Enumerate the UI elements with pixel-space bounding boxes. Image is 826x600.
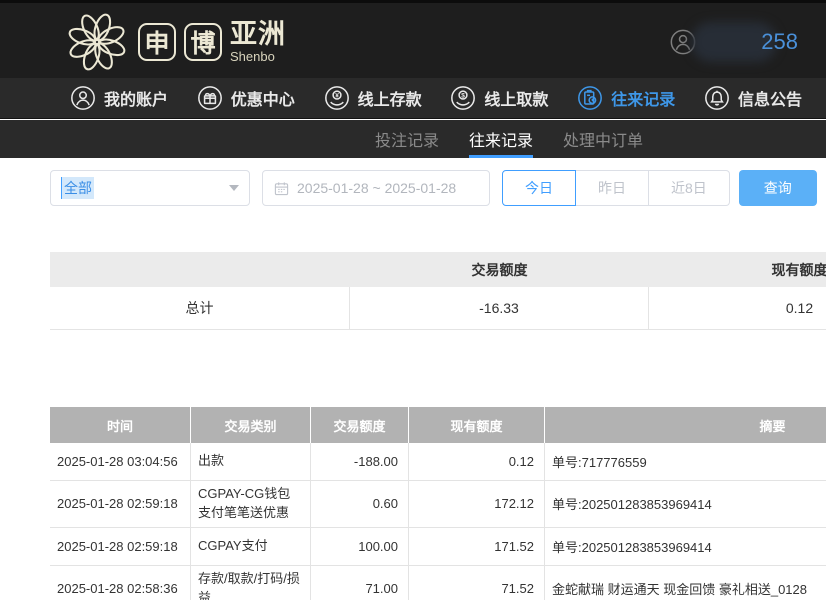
cell-time: 2025-01-28 03:04:56	[50, 443, 191, 480]
cell-type: CGPAY-CG钱包支付笔笔送优惠	[191, 481, 311, 527]
flower-logo-icon	[64, 9, 130, 75]
col-header-time: 时间	[50, 407, 191, 443]
tab-transaction-records[interactable]: 往来记录	[469, 120, 533, 158]
nav-label: 线上取款	[484, 86, 548, 110]
type-select[interactable]: 全部	[50, 170, 250, 206]
tab-betting-records[interactable]: 投注记录	[375, 120, 439, 158]
cell-amount: 0.60	[311, 481, 409, 527]
summary-header-row: 交易额度 现有额度	[50, 252, 826, 287]
withdraw-icon: $	[450, 85, 476, 111]
cell-type: CGPAY支付	[191, 528, 311, 565]
brand-logo[interactable]: 申 博 亚洲 Shenbo	[64, 9, 286, 75]
cell-amount: 71.00	[311, 566, 409, 600]
nav-online-withdraw[interactable]: $ 线上取款	[450, 85, 548, 111]
cell-type: 存款/取款/打码/损益	[191, 566, 311, 600]
col-header-amount: 交易额度	[311, 407, 409, 443]
nav-label: 信息公告	[738, 86, 802, 110]
date-range-input[interactable]: 2025-01-28 ~ 2025-01-28	[262, 170, 490, 206]
cell-time: 2025-01-28 02:58:36	[50, 566, 191, 600]
nav-online-deposit[interactable]: ¥ 线上存款	[324, 85, 422, 111]
svg-text:¥: ¥	[335, 92, 339, 99]
today-button[interactable]: 今日	[502, 170, 576, 206]
promo-gift-icon	[197, 85, 223, 111]
bell-icon	[704, 85, 730, 111]
nav-label: 优惠中心	[231, 86, 295, 110]
cell-time: 2025-01-28 02:59:18	[50, 528, 191, 565]
transaction-records-page: 申 博 亚洲 Shenbo 258 我的账户	[0, 0, 826, 600]
table-row: 2025-01-28 02:58:36 存款/取款/打码/损益 71.00 71…	[50, 566, 826, 600]
summary-total-amount: -16.33	[350, 287, 649, 329]
logo-char-shen: 申	[138, 23, 176, 61]
quick-range-group: 今日 昨日 近8日	[502, 170, 730, 206]
cell-summary: 单号:202501283853969414	[545, 481, 826, 527]
table-row: 2025-01-28 03:04:56 出款 -188.00 0.12 单号:7…	[50, 443, 826, 481]
logo-region-text: 亚洲	[230, 21, 286, 48]
nav-my-account[interactable]: 我的账户	[70, 85, 168, 111]
cell-summary: 单号:202501283853969414	[545, 528, 826, 565]
logo-char-bo: 博	[184, 23, 222, 61]
records-header-row: 时间 交易类别 交易额度 现有额度 摘要	[50, 407, 826, 443]
summary-header-amount: 交易额度	[350, 252, 649, 287]
nav-label: 往来记录	[611, 86, 675, 110]
tab-processing-orders[interactable]: 处理中订单	[563, 120, 643, 158]
cell-summary: 单号:717776559	[545, 443, 826, 480]
cell-amount: 100.00	[311, 528, 409, 565]
summary-total-label: 总计	[50, 287, 350, 329]
table-row: 2025-01-28 02:59:18 CGPAY-CG钱包支付笔笔送优惠 0.…	[50, 481, 826, 528]
filter-toolbar: 全部 2025-01-28 ~ 2025-01-28 今日 昨日 近8日 查询	[50, 170, 817, 206]
chevron-down-icon	[229, 185, 239, 191]
cell-balance: 172.12	[409, 481, 545, 527]
cell-amount: -188.00	[311, 443, 409, 480]
table-row: 2025-01-28 02:59:18 CGPAY支付 100.00 171.5…	[50, 528, 826, 566]
cell-balance: 171.52	[409, 528, 545, 565]
nav-promo-center[interactable]: 优惠中心	[197, 85, 295, 111]
account-number: 258	[761, 29, 798, 55]
summary-table: 交易额度 现有额度 总计 -16.33 0.12	[50, 252, 826, 330]
records-icon	[577, 85, 603, 111]
cell-balance: 71.52	[409, 566, 545, 600]
svg-text:$: $	[462, 92, 466, 99]
type-select-value: 全部	[61, 177, 94, 199]
cell-type: 出款	[191, 443, 311, 480]
account-icon	[70, 85, 96, 111]
nav-label: 线上存款	[358, 86, 422, 110]
cell-balance: 0.12	[409, 443, 545, 480]
sub-navigation: 投注记录 往来记录 处理中订单	[0, 120, 826, 158]
nav-announcements[interactable]: 信息公告	[704, 85, 802, 111]
col-header-balance: 现有额度	[409, 407, 545, 443]
date-range-value: 2025-01-28 ~ 2025-01-28	[297, 180, 456, 196]
top-bar: 申 博 亚洲 Shenbo 258	[0, 0, 826, 78]
nav-label: 我的账户	[104, 86, 168, 110]
logo-name-en: Shenbo	[230, 50, 286, 63]
summary-header-blank	[50, 252, 350, 287]
active-tab-underline	[469, 155, 533, 158]
nav-transaction-records[interactable]: 往来记录	[577, 85, 675, 111]
cell-summary: 金蛇献瑞 财运通天 现金回馈 豪礼相送_0128	[545, 566, 826, 600]
user-area[interactable]: 258	[669, 21, 798, 63]
deposit-icon: ¥	[324, 85, 350, 111]
main-navigation: 我的账户 优惠中心 ¥ 线上存款 $	[0, 78, 826, 119]
summary-header-balance: 现有额度	[649, 252, 826, 287]
last8days-button[interactable]: 近8日	[649, 170, 730, 206]
calendar-icon	[274, 181, 289, 196]
summary-total-row: 总计 -16.33 0.12	[50, 287, 826, 330]
yesterday-button[interactable]: 昨日	[576, 170, 649, 206]
records-table: 时间 交易类别 交易额度 现有额度 摘要 2025-01-28 03:04:56…	[50, 407, 826, 600]
col-header-summary: 摘要	[545, 407, 826, 443]
query-button[interactable]: 查询	[739, 170, 817, 206]
cell-time: 2025-01-28 02:59:18	[50, 481, 191, 527]
summary-total-balance: 0.12	[649, 287, 826, 329]
col-header-type: 交易类别	[191, 407, 311, 443]
